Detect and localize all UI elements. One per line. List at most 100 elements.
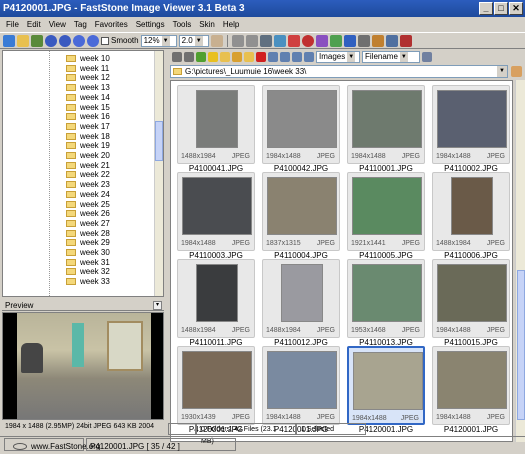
settings-icon[interactable] [385, 34, 398, 47]
delete-icon[interactable] [256, 52, 266, 62]
back-icon[interactable] [45, 34, 57, 47]
tree-item[interactable]: week 24 [3, 190, 155, 200]
back-folder-icon[interactable] [172, 52, 182, 62]
menu-file[interactable]: File [2, 17, 23, 32]
folder-tree[interactable]: week 10 week 11 week 12 week 13 week 14 week … [2, 50, 164, 297]
thumbnail-item[interactable]: 1837x1315 JPEG P4110004.JPG [262, 172, 340, 260]
tree-item[interactable]: week 12 [3, 73, 155, 83]
email-icon[interactable] [329, 34, 342, 47]
exit-icon[interactable] [399, 34, 412, 47]
tree-item[interactable]: week 30 [3, 248, 155, 258]
tree-scrollbar[interactable] [154, 51, 163, 296]
scan-icon[interactable] [371, 34, 384, 47]
hand-icon[interactable] [210, 34, 223, 47]
sort-select[interactable]: Filename ▼ [362, 51, 420, 63]
thumbnail-item[interactable]: 1984x1488 JPEG P4100042.JPG [262, 85, 340, 173]
thumbnail-item[interactable]: 1984x1488 JPEG P4120001.JPG [347, 346, 425, 434]
view-list-icon[interactable] [280, 52, 290, 62]
tree-item[interactable]: week 32 [3, 267, 155, 277]
rotate-left-icon[interactable] [231, 34, 244, 47]
tree-item[interactable]: week 22 [3, 170, 155, 180]
thumbnail-item[interactable]: 1984x1488 JPEG P4110001.JPG [347, 85, 425, 173]
sort-order-icon[interactable] [422, 52, 432, 62]
maximize-button[interactable]: □ [494, 2, 508, 15]
tree-item[interactable]: week 14 [3, 93, 155, 103]
resize-icon[interactable] [273, 34, 286, 47]
browse-folder-icon[interactable] [511, 66, 522, 77]
tree-item[interactable]: week 29 [3, 238, 155, 248]
close-button[interactable]: ✕ [509, 2, 523, 15]
print-icon[interactable] [357, 34, 370, 47]
view-thumbs-icon[interactable] [268, 52, 278, 62]
tree-item[interactable]: week 19 [3, 141, 155, 151]
thumbnail-item[interactable]: 1488x1984 JPEG P4110006.JPG [432, 172, 510, 260]
red-eye-icon[interactable] [301, 34, 314, 47]
refresh-icon[interactable] [196, 52, 206, 62]
effects-icon[interactable] [315, 34, 328, 47]
thumbnail-item[interactable]: 1930x1439 JPEG P4120001.JPG [177, 346, 255, 434]
thumbnail-item[interactable]: 1488x1984 JPEG P4100041.JPG [177, 85, 255, 173]
tree-item[interactable]: week 15 [3, 103, 155, 113]
tree-item[interactable]: week 27 [3, 219, 155, 229]
website-link[interactable]: www.FastStone.org [4, 438, 100, 451]
menu-skin[interactable]: Skin [195, 17, 219, 32]
up-folder-icon[interactable] [184, 52, 194, 62]
rotate-right-icon[interactable] [245, 34, 258, 47]
move-icon[interactable] [232, 52, 242, 62]
color-icon[interactable] [287, 34, 300, 47]
minimize-button[interactable]: _ [479, 2, 493, 15]
tree-item[interactable]: week 21 [3, 161, 155, 171]
open-icon[interactable] [3, 34, 15, 47]
menu-settings[interactable]: Settings [132, 17, 169, 32]
zoom-out-icon[interactable] [87, 34, 99, 47]
open-folder-icon[interactable] [17, 34, 29, 47]
tree-item[interactable]: week 13 [3, 83, 155, 93]
new-folder-icon[interactable] [220, 52, 230, 62]
tree-item[interactable]: week 20 [3, 151, 155, 161]
filter-select[interactable]: Images ▼ [316, 51, 360, 63]
zoom-select[interactable]: 12% ▼ [140, 34, 177, 47]
thumbnail-item[interactable]: 1984x1488 JPEG P4120001.JPG [262, 346, 340, 434]
tree-item[interactable]: week 31 [3, 258, 155, 268]
favorite-icon[interactable] [208, 52, 218, 62]
menu-tools[interactable]: Tools [169, 17, 196, 32]
view-large-icon[interactable] [304, 52, 314, 62]
smooth-checkbox[interactable] [101, 36, 109, 45]
save-icon[interactable] [31, 34, 43, 47]
ratio-select[interactable]: 2.0 ▼ [178, 34, 209, 47]
tree-item[interactable]: week 11 [3, 64, 155, 74]
tree-item[interactable]: week 28 [3, 229, 155, 239]
crop-icon[interactable] [259, 34, 272, 47]
menu-edit[interactable]: Edit [23, 17, 45, 32]
menu-tag[interactable]: Tag [70, 17, 91, 32]
thumbnail-item[interactable]: 1984x1488 JPEG P4110003.JPG [177, 172, 255, 260]
preview-collapse-button[interactable]: ▾ [153, 301, 162, 310]
grid-scrollbar[interactable] [515, 80, 525, 442]
thumbnail-item[interactable]: 1488x1984 JPEG P4110012.JPG [262, 259, 340, 347]
menu-view[interactable]: View [45, 17, 70, 32]
tree-item[interactable]: week 16 [3, 112, 155, 122]
chevron-down-icon[interactable]: ▼ [497, 66, 507, 77]
tree-item[interactable]: week 26 [3, 209, 155, 219]
forward-icon[interactable] [59, 34, 71, 47]
tree-item[interactable]: week 33 [3, 277, 155, 287]
zoom-in-icon[interactable] [73, 34, 85, 47]
thumbnail-item[interactable]: 1921x1441 JPEG P4110005.JPG [347, 172, 425, 260]
grid-scroll-thumb[interactable] [517, 270, 525, 420]
tree-scroll-thumb[interactable] [155, 121, 163, 161]
tree-item[interactable]: week 25 [3, 200, 155, 210]
tree-item[interactable]: week 23 [3, 180, 155, 190]
thumbnail-item[interactable]: 1953x1468 JPEG P4110013.JPG [347, 259, 425, 347]
menu-favorites[interactable]: Favorites [91, 17, 132, 32]
view-details-icon[interactable] [292, 52, 302, 62]
thumbnail-item[interactable]: 1984x1488 JPEG P4120001.JPG [432, 346, 510, 434]
slideshow-icon[interactable] [343, 34, 356, 47]
thumbnail-item[interactable]: 1488x1984 JPEG P4110011.JPG [177, 259, 255, 347]
tree-item[interactable]: week 18 [3, 132, 155, 142]
tree-item[interactable]: week 10 [3, 54, 155, 64]
thumbnail-item[interactable]: 1984x1488 JPEG P4110015.JPG [432, 259, 510, 347]
path-field[interactable]: G:\pictures\_Luumuie 16\week 33\ ▼ [170, 65, 508, 78]
tree-item[interactable]: week 17 [3, 122, 155, 132]
menu-help[interactable]: Help [219, 17, 243, 32]
thumbnail-item[interactable]: 1984x1488 JPEG P4110002.JPG [432, 85, 510, 173]
